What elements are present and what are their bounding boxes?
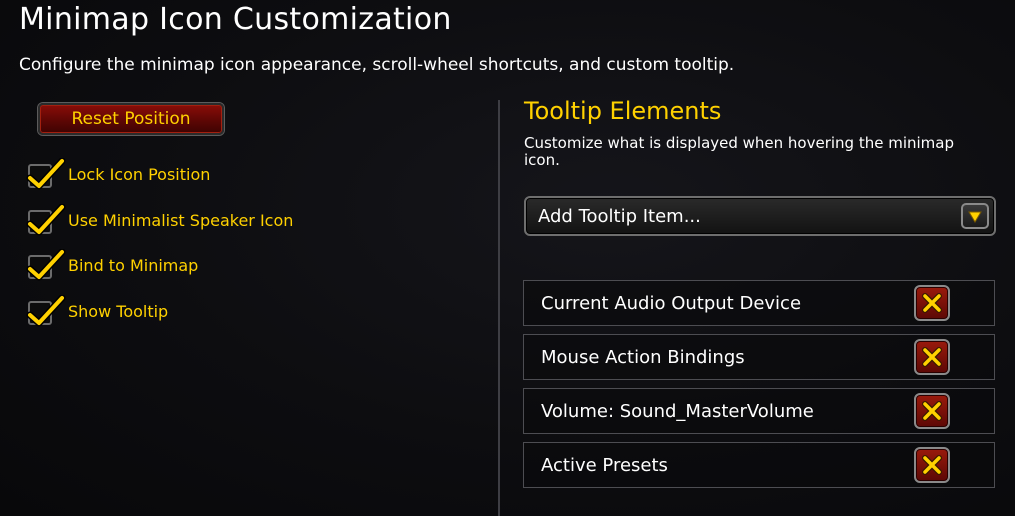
checkbox[interactable] [26,295,66,327]
remove-tooltip-item-button[interactable] [914,285,950,321]
checkbox-label: Show Tooltip [68,301,169,321]
checkbox-label: Lock Icon Position [68,164,211,184]
tooltip-item: Volume: Sound_MasterVolume [523,388,995,434]
page-subtitle: Configure the minimap icon appearance, s… [19,55,735,75]
close-icon [922,293,942,313]
dropdown-arrow-button[interactable] [961,203,989,229]
tooltip-item-label: Volume: Sound_MasterVolume [541,401,814,422]
remove-tooltip-item-button[interactable] [914,339,950,375]
tooltip-item: Current Audio Output Device [523,280,995,326]
tooltip-item-label: Mouse Action Bindings [541,347,745,368]
add-tooltip-item-dropdown[interactable]: Add Tooltip Item... [524,196,996,236]
checkmark-icon [26,204,66,236]
checkbox[interactable] [26,158,66,190]
checkbox-lock-icon-position[interactable]: Lock Icon Position [26,157,210,191]
checkbox[interactable] [26,249,66,281]
checkbox-label: Bind to Minimap [68,255,199,275]
section-title: Tooltip Elements [524,97,722,125]
page-title: Minimap Icon Customization [19,2,452,37]
checkbox-bind-to-minimap[interactable]: Bind to Minimap [26,248,198,282]
checkmark-icon [26,295,66,327]
tooltip-item-label: Current Audio Output Device [541,293,802,314]
close-icon [922,347,942,367]
checkmark-icon [26,158,66,190]
close-icon [922,455,942,475]
remove-tooltip-item-button[interactable] [914,393,950,429]
panel-divider [498,100,500,516]
tooltip-item-label: Active Presets [541,455,668,476]
checkbox-show-tooltip[interactable]: Show Tooltip [26,294,168,328]
close-icon [922,401,942,421]
remove-tooltip-item-button[interactable] [914,447,950,483]
section-description: Customize what is displayed when hoverin… [524,134,955,169]
checkbox-use-minimalist-speaker-icon[interactable]: Use Minimalist Speaker Icon [26,203,293,237]
chevron-down-icon [968,211,982,223]
checkbox-label: Use Minimalist Speaker Icon [68,210,294,230]
tooltip-item: Active Presets [523,442,995,488]
dropdown-selected-value: Add Tooltip Item... [538,206,701,227]
reset-position-button[interactable]: Reset Position [38,103,224,135]
tooltip-item: Mouse Action Bindings [523,334,995,380]
checkmark-icon [26,249,66,281]
checkbox[interactable] [26,204,66,236]
